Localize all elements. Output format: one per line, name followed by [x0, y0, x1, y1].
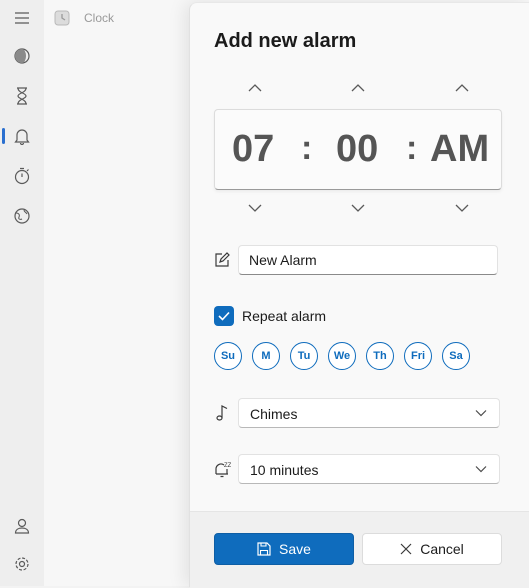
nav-selection-indicator — [2, 128, 5, 144]
nav-timer[interactable] — [6, 80, 38, 112]
nav-focus-sessions[interactable] — [6, 40, 38, 72]
alarm-sound-value: Chimes — [250, 406, 298, 422]
day-toggle-sunday[interactable]: Su — [214, 342, 242, 370]
repeat-alarm-label[interactable]: Repeat alarm — [242, 308, 326, 324]
chevron-up-icon — [351, 84, 365, 92]
time-separator: : — [301, 129, 313, 167]
nav-settings[interactable] — [6, 548, 38, 580]
hour-value[interactable]: 07 — [232, 129, 274, 169]
navigation-rail — [0, 0, 44, 586]
minute-increase-button[interactable] — [350, 83, 366, 93]
repeat-days-group: Su M Tu We Th Fri Sa — [214, 342, 470, 370]
nav-stopwatch[interactable] — [6, 160, 38, 192]
nav-alarm[interactable] — [6, 120, 38, 152]
chevron-down-icon — [248, 204, 262, 212]
day-toggle-friday[interactable]: Fri — [404, 342, 432, 370]
settings-icon — [15, 557, 29, 571]
cancel-button[interactable]: Cancel — [362, 533, 502, 565]
save-button[interactable]: Save — [214, 533, 354, 565]
alarm-bell-icon — [14, 129, 30, 145]
day-toggle-tuesday[interactable]: Tu — [290, 342, 318, 370]
focus-sessions-icon — [14, 48, 30, 64]
time-picker[interactable]: 07 : 00 : AM — [214, 109, 502, 190]
close-icon — [400, 543, 412, 555]
snooze-time-value: 10 minutes — [250, 462, 319, 478]
edit-icon — [212, 250, 232, 270]
day-toggle-saturday[interactable]: Sa — [442, 342, 470, 370]
music-note-icon — [212, 403, 232, 423]
hour-decrease-button[interactable] — [247, 203, 263, 213]
chevron-down-icon — [475, 466, 487, 473]
alarm-sound-dropdown[interactable]: Chimes — [238, 398, 500, 428]
dialog-title: Add new alarm — [214, 30, 357, 52]
svg-text:ZZ: ZZ — [224, 463, 231, 469]
alarm-name-field[interactable] — [238, 245, 498, 275]
save-icon — [257, 542, 271, 556]
chevron-up-icon — [455, 84, 469, 92]
day-toggle-wednesday[interactable]: We — [328, 342, 356, 370]
menu-icon — [15, 12, 29, 24]
chevron-up-icon — [248, 84, 262, 92]
snooze-icon: ZZ — [212, 459, 232, 479]
period-decrease-button[interactable] — [454, 203, 470, 213]
save-button-label: Save — [279, 541, 311, 557]
chevron-down-icon — [351, 204, 365, 212]
day-toggle-monday[interactable]: M — [252, 342, 280, 370]
minute-decrease-button[interactable] — [350, 203, 366, 213]
repeat-alarm-checkbox[interactable] — [214, 306, 234, 326]
nav-account[interactable] — [6, 510, 38, 542]
add-alarm-dialog: Add new alarm 07 : 00 : AM Repeat alarm … — [189, 2, 529, 588]
app-title: Clock — [84, 11, 115, 25]
period-value[interactable]: AM — [430, 129, 489, 169]
timer-icon — [17, 87, 27, 105]
world-clock-icon — [14, 208, 30, 224]
clock-app-icon — [54, 10, 70, 26]
account-icon — [14, 518, 30, 534]
menu-button[interactable] — [6, 2, 38, 34]
day-toggle-thursday[interactable]: Th — [366, 342, 394, 370]
hour-increase-button[interactable] — [247, 83, 263, 93]
snooze-time-dropdown[interactable]: 10 minutes — [238, 454, 500, 484]
dialog-footer: Save Cancel — [190, 511, 529, 588]
stopwatch-icon — [14, 167, 30, 185]
minute-value[interactable]: 00 — [336, 129, 378, 169]
checkmark-icon — [218, 311, 230, 321]
chevron-down-icon — [475, 410, 487, 417]
nav-world-clock[interactable] — [6, 200, 38, 232]
time-separator: : — [406, 129, 418, 167]
chevron-down-icon — [455, 204, 469, 212]
period-increase-button[interactable] — [454, 83, 470, 93]
cancel-button-label: Cancel — [420, 541, 464, 557]
